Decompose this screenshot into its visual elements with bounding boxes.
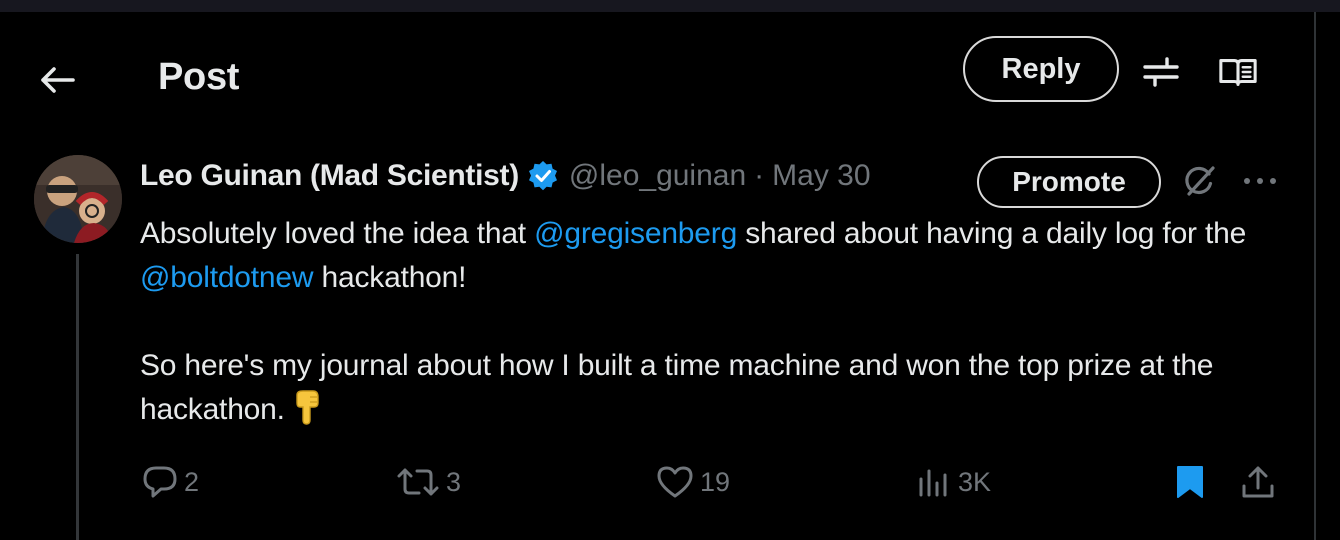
post-text: Absolutely loved the idea that @gregisen… — [140, 212, 1300, 438]
text-segment: Absolutely loved the idea that — [140, 217, 535, 250]
grok-icon — [1185, 166, 1215, 196]
more-options-button[interactable] — [1240, 166, 1280, 196]
reply-count: 2 — [184, 466, 200, 497]
mention-link-boltdotnew[interactable]: @boltdotnew — [140, 261, 314, 294]
verified-badge-icon[interactable] — [527, 160, 559, 192]
analytics-bar-icon — [919, 469, 947, 497]
post-date[interactable]: May 30 — [772, 159, 870, 193]
post-paragraph-2: So here's my journal about how I built a… — [140, 344, 1300, 438]
avatar[interactable] — [34, 155, 122, 243]
grok-button[interactable] — [1182, 163, 1218, 199]
separator-dot: · — [754, 159, 765, 192]
promote-button[interactable]: Promote — [977, 156, 1161, 208]
like-action[interactable]: 19 — [656, 456, 730, 508]
mention-link-gregisenberg[interactable]: @gregisenberg — [534, 217, 737, 250]
reply-button[interactable]: Reply — [963, 36, 1119, 102]
author-name[interactable]: Leo Guinan (Mad Scientist) — [140, 159, 519, 193]
views-action[interactable]: 3K — [916, 456, 991, 508]
more-dots-icon — [1244, 178, 1276, 184]
bookmark-filled-icon — [1177, 466, 1203, 498]
reply-action[interactable]: 2 — [142, 456, 199, 508]
share-button[interactable] — [1240, 456, 1276, 508]
window-top-strip — [0, 0, 1340, 12]
arrow-left-icon — [41, 67, 75, 93]
post-paragraph-1: Absolutely loved the idea that @gregisen… — [140, 212, 1300, 300]
back-button[interactable] — [36, 58, 80, 102]
text-segment: hackathon! — [313, 261, 467, 294]
author-handle[interactable]: @leo_guinan — [569, 159, 746, 193]
reader-mode-button[interactable] — [1218, 52, 1258, 92]
sliders-icon — [1143, 57, 1179, 87]
views-count: 3K — [958, 466, 992, 497]
post-header: Post Reply — [0, 12, 1314, 132]
author-row: Leo Guinan (Mad Scientist) @leo_guinan ·… — [140, 154, 871, 198]
column-divider — [1314, 12, 1316, 540]
repost-icon — [397, 468, 439, 496]
page-title: Post — [158, 56, 240, 98]
post-actions: 2 3 19 3K — [0, 456, 1314, 508]
bookmark-button[interactable] — [1175, 456, 1205, 508]
heart-icon — [657, 466, 693, 498]
repost-action[interactable]: 3 — [396, 456, 461, 508]
comment-icon — [143, 466, 177, 498]
text-segment: shared about having a daily log for the — [737, 217, 1247, 250]
repost-count: 3 — [446, 466, 462, 497]
reader-mode-icon — [1219, 59, 1257, 86]
share-icon — [1242, 466, 1274, 498]
avatar-photo — [34, 155, 122, 243]
filter-button[interactable] — [1141, 52, 1181, 92]
pointing-down-emoji-icon — [291, 389, 321, 438]
like-count: 19 — [700, 466, 731, 497]
